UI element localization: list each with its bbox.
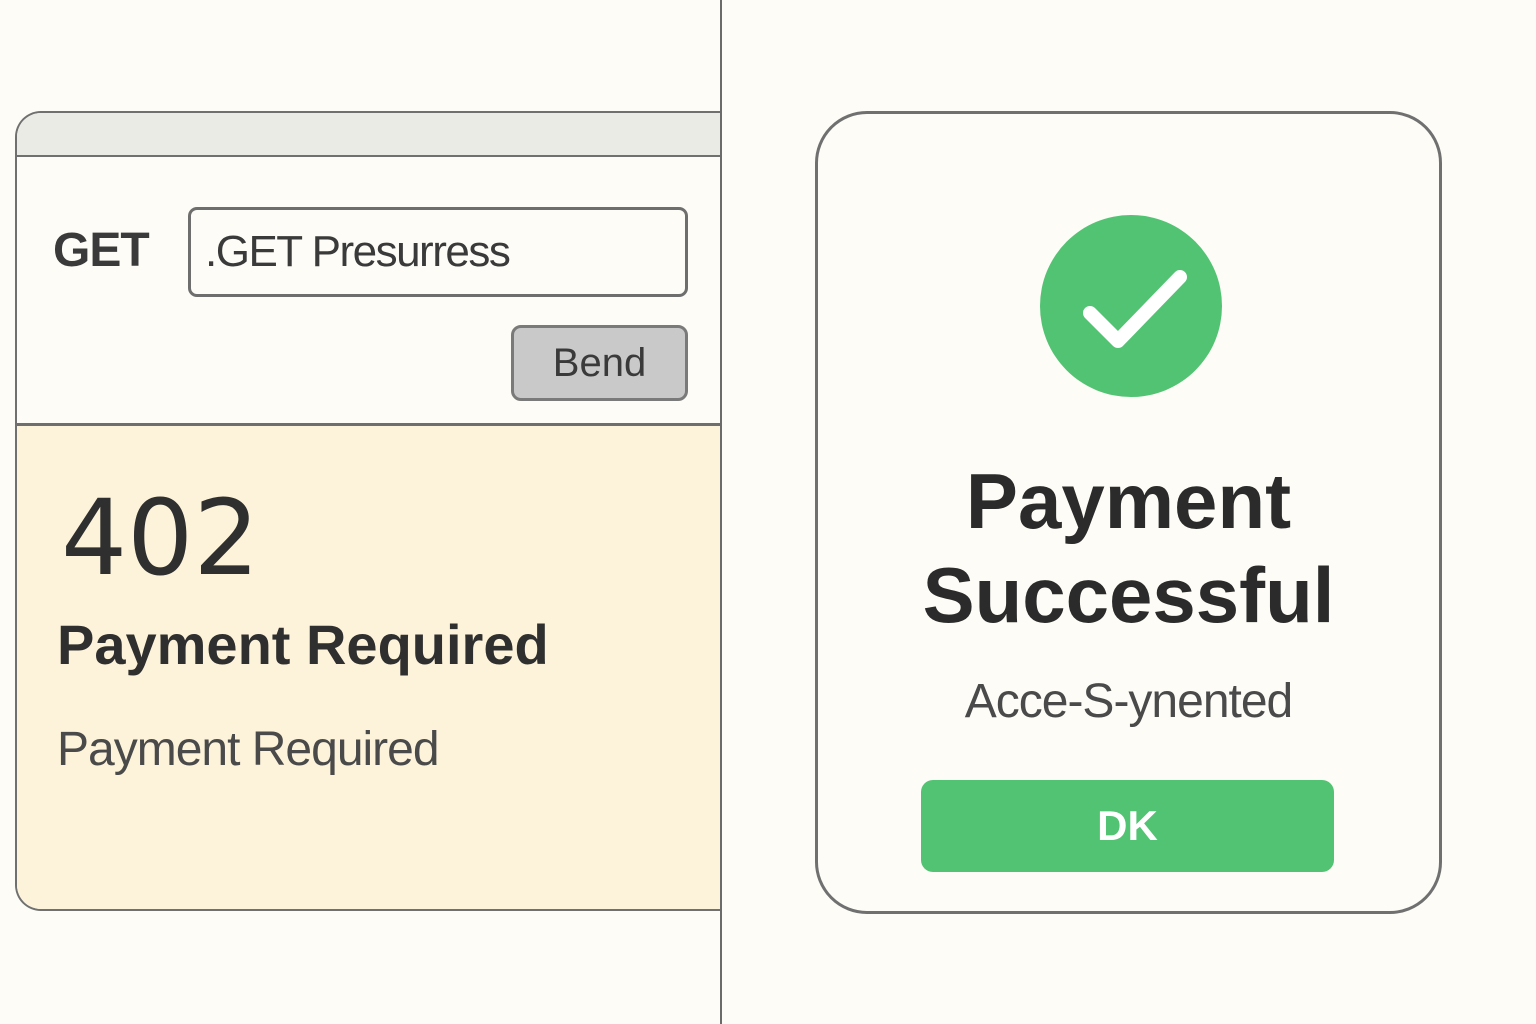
checkmark-icon — [1083, 270, 1187, 348]
request-url-input[interactable] — [188, 207, 688, 297]
status-code: 402 — [61, 477, 260, 599]
screen: GET Bend 402 Payment Required Payment Re… — [0, 0, 1536, 1024]
request-panel: GET Bend 402 Payment Required Payment Re… — [15, 111, 720, 911]
window-titlebar — [17, 113, 720, 157]
status-title: Payment Required — [57, 613, 549, 676]
ok-button[interactable]: DK — [921, 780, 1334, 872]
checkmark-circle-icon — [1040, 215, 1222, 397]
http-method-label: GET — [53, 224, 150, 277]
status-message: Payment Required — [57, 723, 440, 776]
payment-success-dialog: Payment Successful Acce-S-ynented DK — [815, 111, 1442, 914]
panel-divider — [720, 0, 722, 1024]
dialog-title: Payment Successful — [922, 457, 1335, 639]
dialog-subtitle: Acce-S-ynented — [964, 675, 1294, 728]
send-button[interactable]: Bend — [511, 325, 688, 401]
response-area: 402 Payment Required Payment Required — [17, 423, 720, 909]
